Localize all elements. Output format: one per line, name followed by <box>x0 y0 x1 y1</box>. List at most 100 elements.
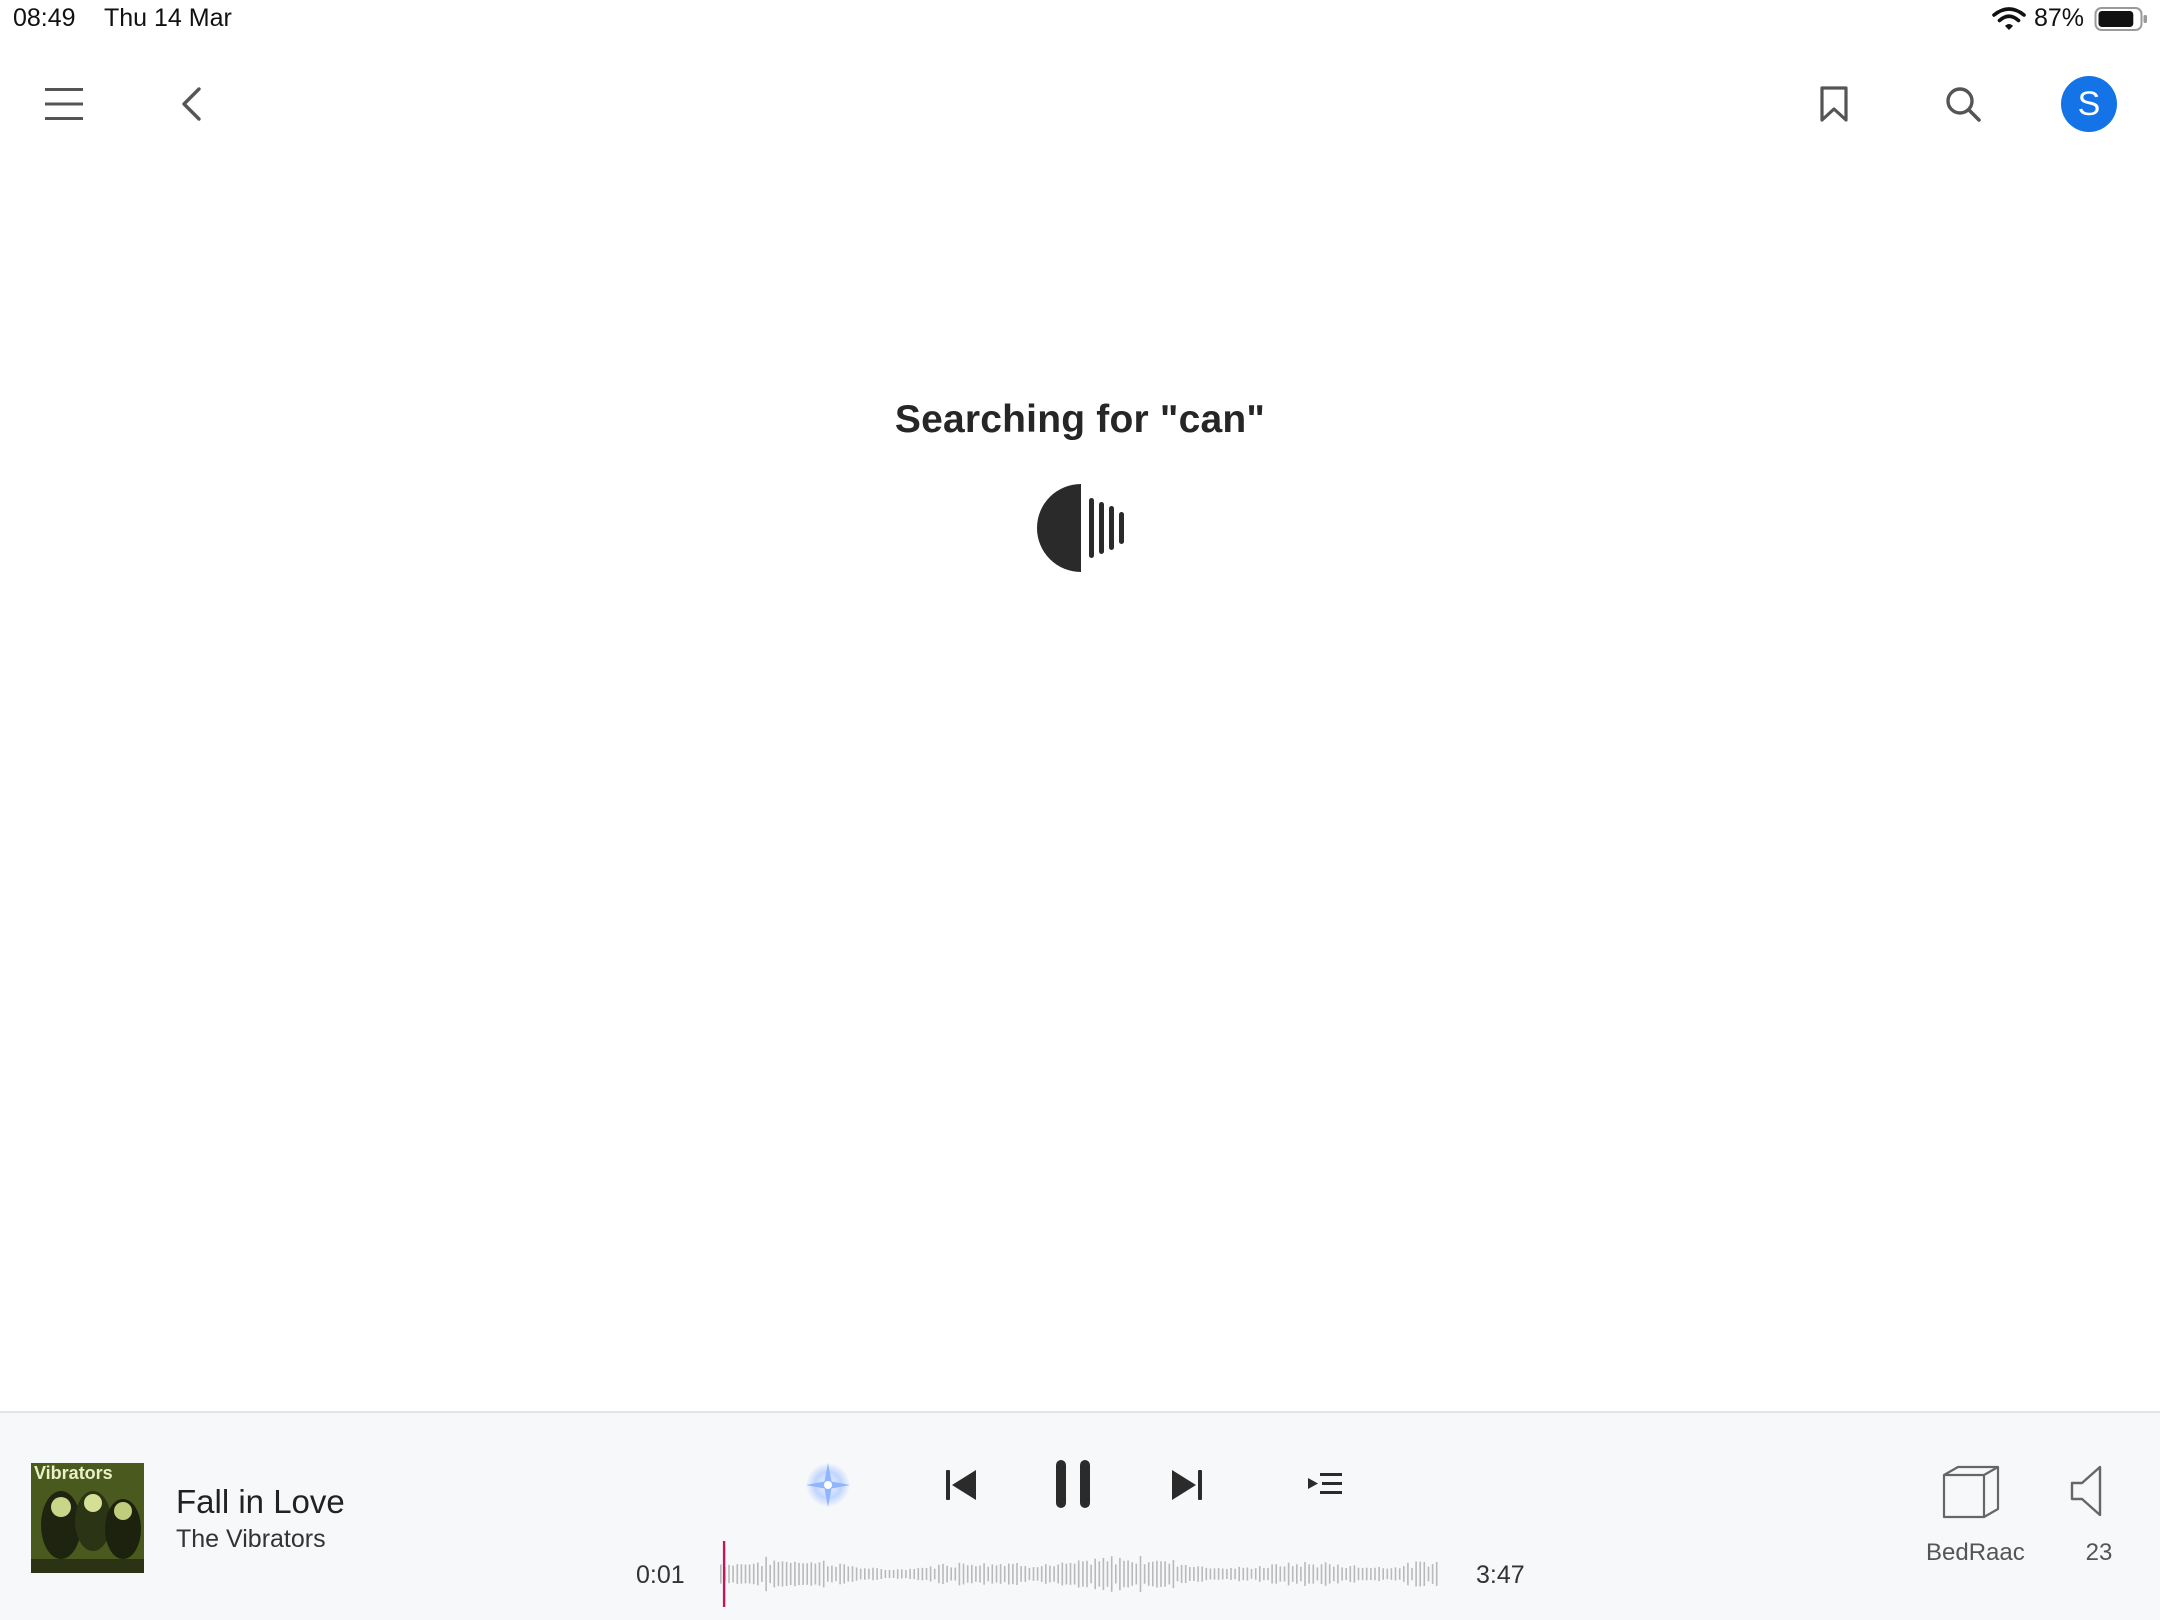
waveform-bar <box>946 1565 948 1583</box>
waveform-bar <box>1098 1561 1101 1587</box>
waveform-bar <box>995 1565 998 1583</box>
volume-button[interactable]: 23 <box>2064 1463 2134 1571</box>
previous-track-button[interactable] <box>936 1457 986 1513</box>
waveform-bar <box>1419 1561 1421 1587</box>
waveform-bar <box>1094 1558 1096 1590</box>
queue-icon <box>1308 1473 1342 1494</box>
waveform-bar <box>822 1560 825 1588</box>
waveform-bar <box>1024 1566 1027 1582</box>
waveform-bar <box>1271 1564 1273 1584</box>
waveform-bar <box>1221 1568 1224 1580</box>
waveform-bar <box>1061 1562 1064 1586</box>
waveform-bar <box>1316 1567 1319 1581</box>
waveform-bar <box>1008 1563 1010 1585</box>
loading-logo-icon <box>1037 484 1124 572</box>
waveform-bar <box>1115 1564 1117 1584</box>
zone-button[interactable]: BedRaac <box>1926 1463 2025 1571</box>
waveform-bar <box>991 1564 994 1584</box>
waveform-bar <box>901 1569 903 1579</box>
menu-button[interactable] <box>34 78 94 130</box>
playhead-cursor[interactable] <box>722 1541 726 1607</box>
album-art[interactable]: Vibrators <box>31 1463 144 1573</box>
waveform-bar <box>1291 1566 1294 1582</box>
waveform-bar <box>1328 1564 1331 1584</box>
waveform-seekbar[interactable] <box>716 1541 1444 1607</box>
waveform-bar <box>1403 1566 1405 1582</box>
waveform-bar <box>1382 1568 1384 1580</box>
track-title[interactable]: Fall in Love <box>176 1483 345 1521</box>
waveform-bar <box>1077 1560 1080 1588</box>
waveform-bar <box>962 1563 965 1585</box>
volume-speaker-icon <box>2070 1465 2102 1517</box>
waveform-bar <box>1365 1567 1368 1581</box>
waveform-bar <box>1411 1567 1413 1581</box>
track-artist[interactable]: The Vibrators <box>176 1525 326 1554</box>
waveform-bar <box>1226 1569 1228 1579</box>
waveform-bar <box>1415 1561 1417 1587</box>
waveform-bar <box>802 1563 804 1585</box>
waveform-bar <box>1156 1560 1158 1588</box>
waveform-bar <box>876 1568 878 1580</box>
waveform-bar <box>1431 1564 1434 1584</box>
waveform-bar <box>1353 1565 1356 1583</box>
search-button[interactable] <box>1935 78 1991 130</box>
search-icon <box>1946 87 1981 122</box>
waveform-bar <box>921 1567 924 1581</box>
waveform-bar <box>1337 1564 1339 1584</box>
menu-icon <box>45 88 83 120</box>
waveform-bar <box>1296 1564 1298 1584</box>
waveform-bar <box>1160 1561 1162 1587</box>
skip-next-icon <box>1172 1470 1202 1500</box>
waveform-bar <box>1119 1557 1121 1591</box>
waveform-bar <box>1172 1560 1175 1588</box>
pause-button[interactable] <box>1048 1453 1098 1515</box>
waveform-bar <box>1308 1564 1310 1584</box>
waveform-bar <box>789 1562 792 1585</box>
waveform-bar <box>1176 1566 1179 1582</box>
waveform-bar <box>1217 1568 1220 1580</box>
waveform-bar <box>905 1570 907 1578</box>
waveform-bar <box>728 1564 730 1584</box>
bookmark-button[interactable] <box>1808 78 1860 130</box>
radio-button[interactable] <box>800 1457 856 1513</box>
next-track-button[interactable] <box>1162 1457 1212 1513</box>
waveform-bar <box>979 1565 981 1583</box>
waveform-bar <box>773 1560 776 1588</box>
back-button[interactable] <box>166 78 216 130</box>
waveform-bar <box>781 1561 784 1587</box>
time-total: 3:47 <box>1476 1561 1525 1589</box>
waveform-bar <box>950 1567 952 1581</box>
user-avatar[interactable]: S <box>2061 76 2117 132</box>
waveform-bar <box>1189 1567 1191 1581</box>
waveform-bar <box>1324 1562 1327 1586</box>
back-chevron-icon <box>182 87 201 121</box>
waveform-bar <box>1032 1567 1035 1581</box>
waveform-bar <box>864 1568 866 1580</box>
wifi-icon <box>1992 6 2026 30</box>
waveform-bar <box>1370 1568 1372 1580</box>
waveform-bar <box>744 1564 747 1584</box>
waveform-bar <box>1267 1567 1269 1581</box>
waveform-bar <box>868 1568 870 1580</box>
waveform-bar <box>1090 1564 1092 1584</box>
waveform-bar <box>1127 1560 1129 1588</box>
waveform-bar <box>1287 1562 1290 1586</box>
waveform-bar <box>1378 1566 1380 1581</box>
waveform-bar <box>1139 1555 1142 1593</box>
waveform-bar <box>1110 1556 1113 1592</box>
waveform-bar <box>1082 1561 1084 1587</box>
waveform-bar <box>1020 1566 1022 1582</box>
status-bar: 08:49 Thu 14 Mar 87% <box>0 0 2160 40</box>
waveform-bar <box>1386 1568 1389 1580</box>
pause-icon <box>1056 1460 1090 1508</box>
player-bar: Vibrators Fall in Love The Vibrators 0:0… <box>0 1411 2160 1620</box>
waveform-bar <box>1213 1568 1216 1580</box>
waveform-bar <box>1164 1561 1166 1587</box>
waveform-bar <box>1073 1563 1076 1585</box>
waveform-bar <box>777 1562 780 1586</box>
zone-speaker-icon <box>1942 1465 2000 1519</box>
waveform-bar <box>975 1566 977 1582</box>
queue-button[interactable] <box>1302 1457 1348 1513</box>
waveform-bar <box>859 1568 862 1580</box>
waveform-bar <box>1407 1562 1409 1586</box>
